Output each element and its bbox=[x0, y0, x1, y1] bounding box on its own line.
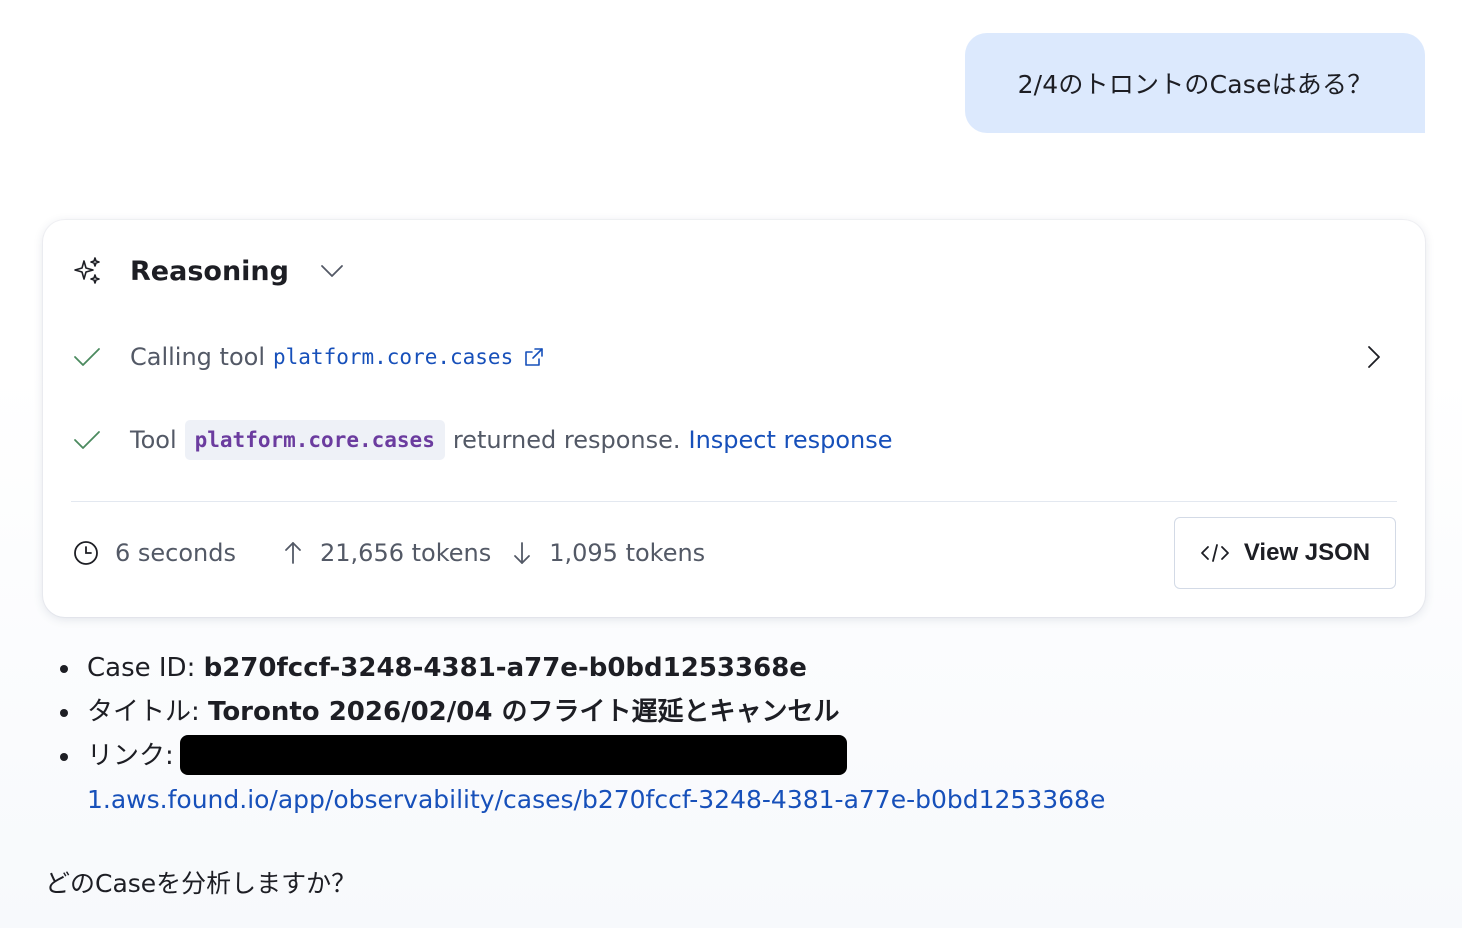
case-url-link[interactable]: 1.aws.found.io/app/observability/cases/b… bbox=[87, 778, 1105, 822]
case-id-label: Case ID: bbox=[87, 653, 196, 683]
followup-question: どのCaseを分析しますか？ bbox=[45, 869, 357, 898]
chevron-down-icon[interactable] bbox=[319, 258, 345, 284]
check-icon bbox=[71, 424, 103, 456]
duration-text: 6 seconds bbox=[115, 539, 236, 567]
reasoning-step-calling-tool[interactable]: Calling tool platform.core.cases bbox=[71, 337, 1397, 377]
user-message-bubble: 2/4のトロントのCaseはある？ bbox=[965, 33, 1425, 133]
reasoning-card: Reasoning Calling tool platform.core.cas… bbox=[43, 220, 1425, 617]
redacted-block bbox=[179, 734, 847, 775]
reasoning-header[interactable]: Reasoning bbox=[71, 254, 345, 288]
clock-icon bbox=[71, 538, 101, 568]
tokens-out-text: 1,095 tokens bbox=[549, 539, 706, 567]
list-item: リンク: 1.aws.found.io/app/observability/ca… bbox=[60, 734, 1105, 822]
card-divider bbox=[71, 501, 1397, 502]
case-link-label: リンク: bbox=[87, 741, 174, 771]
case-title-value: Toronto 2026/02/04 のフライト遅延とキャンセル bbox=[208, 697, 840, 727]
case-title-label: タイトル: bbox=[87, 697, 200, 727]
chevron-right-icon[interactable] bbox=[1359, 343, 1387, 371]
view-json-label: View JSON bbox=[1243, 539, 1371, 566]
arrow-down-icon bbox=[509, 540, 535, 566]
list-item: タイトル: Toronto 2026/02/04 のフライト遅延とキャンセル bbox=[60, 690, 1105, 734]
step-prefix: Calling tool bbox=[130, 343, 265, 371]
case-details-list: Case ID: b270fccf-3248-4381-a77e-b0bd125… bbox=[60, 646, 1105, 822]
reasoning-footer: 6 seconds 21,656 tokens 1,095 tokens bbox=[71, 536, 705, 570]
tool-name-chip: platform.core.cases bbox=[184, 420, 445, 460]
code-icon bbox=[1200, 541, 1230, 565]
case-id-value: b270fccf-3248-4381-a77e-b0bd1253368e bbox=[203, 653, 807, 683]
chat-page: 2/4のトロントのCaseはある？ Reasoning Calling tool… bbox=[0, 0, 1462, 928]
view-json-button[interactable]: View JSON bbox=[1174, 517, 1396, 589]
step-suffix: returned response. bbox=[452, 426, 681, 454]
reasoning-title: Reasoning bbox=[130, 255, 289, 287]
list-item: Case ID: b270fccf-3248-4381-a77e-b0bd125… bbox=[60, 646, 1105, 690]
step-prefix: Tool bbox=[130, 426, 177, 454]
check-icon bbox=[71, 341, 103, 373]
external-link-icon[interactable] bbox=[523, 346, 545, 368]
arrow-up-icon bbox=[280, 540, 306, 566]
inspect-response-link[interactable]: Inspect response bbox=[689, 426, 893, 454]
tokens-in-text: 21,656 tokens bbox=[320, 539, 492, 567]
tool-name-link[interactable]: platform.core.cases bbox=[273, 345, 513, 369]
sparkle-icon bbox=[71, 255, 103, 287]
reasoning-step-tool-response: Tool platform.core.cases returned respon… bbox=[71, 420, 1397, 460]
user-message-text: 2/4のトロントのCaseはある？ bbox=[1017, 70, 1373, 99]
